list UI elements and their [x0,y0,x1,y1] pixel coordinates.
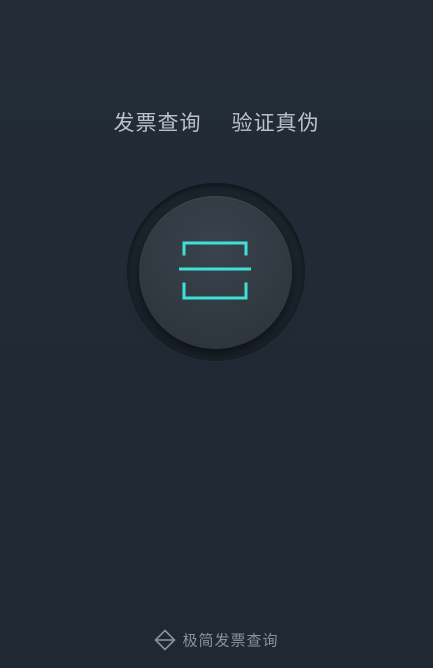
headline-verify-authenticity: 验证真伪 [231,111,320,135]
footer-brand: 极简发票查询 [0,629,433,651]
scan-icon [179,241,251,300]
footer-brand-name: 极简发票查询 [182,631,279,650]
headline-invoice-query: 发票查询 [113,111,202,135]
headline: 发票查询 验证真伪 [0,107,433,137]
diamond-logo-icon [154,629,177,651]
app-screen: 发票查询 验证真伪 极简发票查询 [0,0,433,668]
scan-button[interactable] [139,196,292,349]
